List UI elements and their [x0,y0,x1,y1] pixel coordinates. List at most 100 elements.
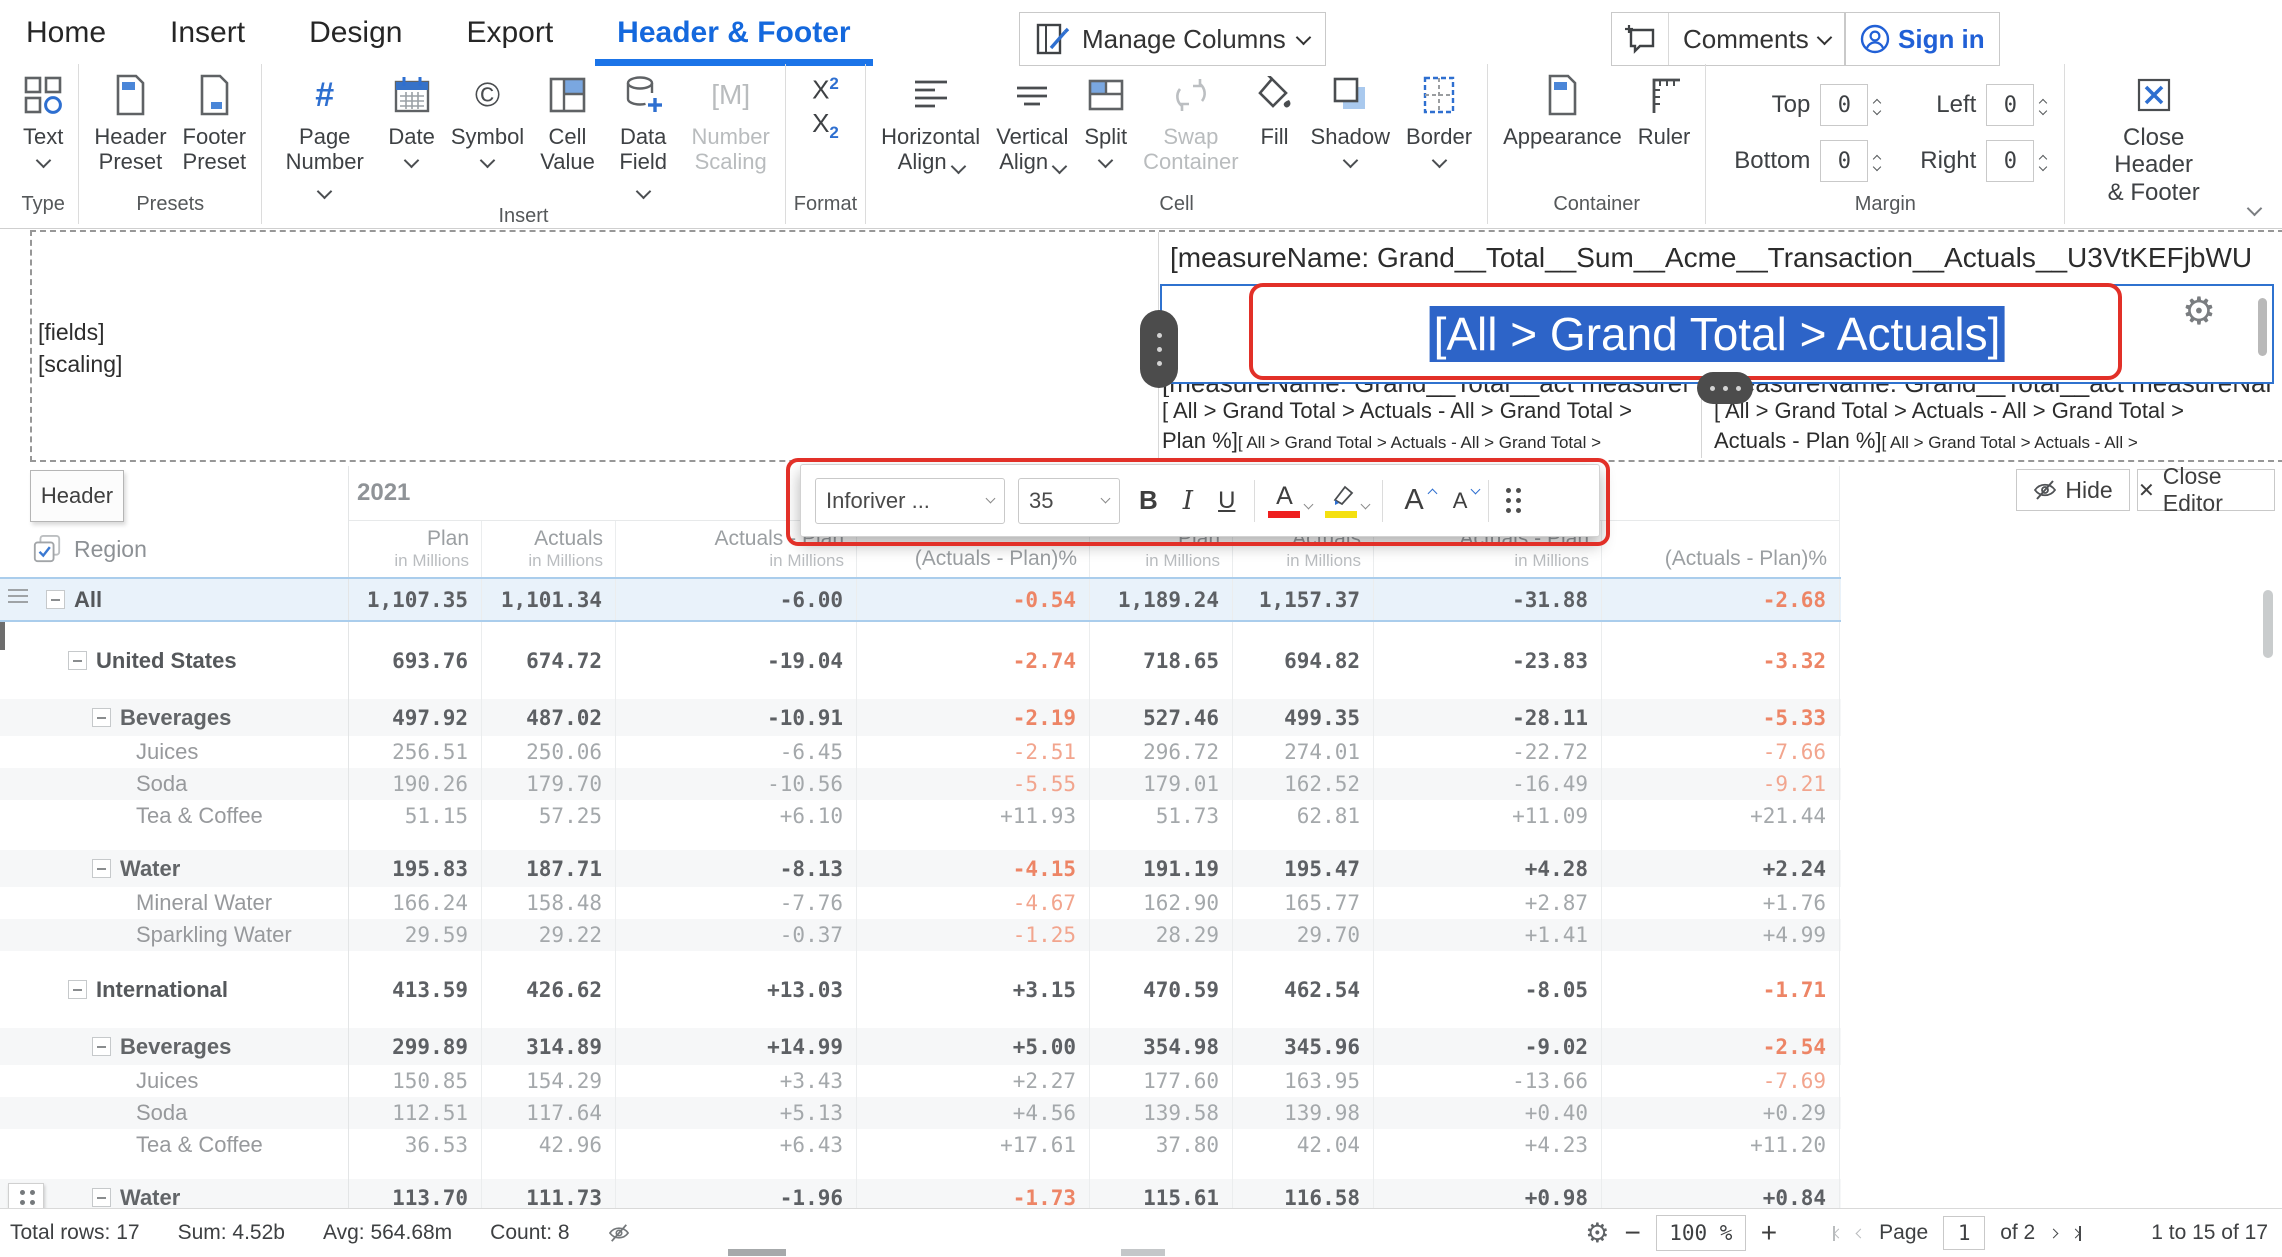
stepper-up-icon[interactable] [1873,155,1881,163]
header-preset-button[interactable]: Header Preset [87,70,173,176]
shrink-font-button[interactable]: A [1445,488,1476,514]
selected-header-text[interactable]: [All > Grand Total > Actuals] [1430,306,2005,362]
table-row[interactable]: Soda112.51117.64+5.13+4.56139.58139.98+0… [0,1097,1841,1129]
header-text-editor[interactable]: [All > Grand Total > Actuals] ⚙ [1160,284,2274,384]
subcolumn-drag-handle[interactable] [1697,372,1753,404]
tab-home[interactable]: Home [26,16,106,60]
comments-button[interactable]: Comments [1611,12,1845,66]
grow-font-button[interactable]: A [1396,484,1431,517]
table-row[interactable]: All1,107.351,101.34-6.00-0.541,189.241,1… [0,577,1841,622]
section-drag-handle[interactable] [1140,310,1178,388]
header-tab-badge[interactable]: Header [30,470,124,522]
table-row[interactable]: United States693.76674.72-19.04-2.74718.… [0,640,1841,681]
zoom-in-button[interactable]: + [1761,1217,1777,1249]
header-left-section[interactable]: [fields] [scaling] [38,316,122,380]
close-editor-button[interactable]: ✕ Close Editor [2137,469,2275,511]
first-page-button[interactable] [1833,1226,1842,1241]
header-subcolumn-left[interactable]: [ All > Grand Total > Actuals - All > Gr… [1162,396,1698,458]
table-row[interactable]: Beverages497.92487.02-10.91-2.19527.4649… [0,699,1841,736]
footer-preset-button[interactable]: Footer Preset [176,70,254,176]
italic-button[interactable]: I [1177,486,1199,516]
table-row[interactable]: Tea & Coffee36.5342.96+6.43+17.6137.8042… [0,1129,1841,1161]
row-resize-bar[interactable] [0,622,5,650]
font-color-button[interactable]: A [1268,484,1312,518]
appearance-button[interactable]: Appearance [1496,70,1629,151]
tab-export[interactable]: Export [466,16,553,60]
table-row[interactable]: Juices150.85154.29+3.43+2.27177.60163.95… [0,1065,1841,1097]
table-row[interactable]: Juices256.51250.06-6.45-2.51296.72274.01… [0,736,1841,768]
vertical-align-button[interactable]: Vertical Align [989,70,1075,176]
horizontal-scrollbar-thumb[interactable] [728,1249,786,1256]
region-column-header[interactable]: Region [0,521,349,577]
header-subcolumn-right[interactable]: [ All > Grand Total > Actuals - All > Gr… [1714,396,2282,458]
editor-scrollbar-thumb[interactable] [2258,298,2267,356]
stepper-down-icon[interactable] [1873,107,1881,115]
margin-bottom-stepper[interactable]: 0 [1820,140,1880,182]
expand-toggle[interactable] [68,980,87,999]
toolbar-drag-handle[interactable] [1506,488,1522,514]
cell-value-button[interactable]: Cell Value [533,70,602,176]
expand-toggle[interactable] [92,1037,111,1056]
data-field-button[interactable]: Data Field [604,70,683,201]
table-row[interactable]: Beverages299.89314.89+14.99+5.00354.9834… [0,1028,1841,1065]
table-row[interactable]: International413.59426.62+13.03+3.15470.… [0,969,1841,1010]
collapse-ribbon-icon[interactable] [2247,201,2263,217]
border-button[interactable]: Border [1399,70,1479,168]
hide-button[interactable]: Hide [2016,469,2130,511]
highlight-color-button[interactable] [1325,483,1369,518]
page-input[interactable]: 1 [1943,1216,1985,1250]
font-name-dropdown[interactable]: Inforiver ... [815,478,1005,524]
tab-insert[interactable]: Insert [170,16,245,60]
expand-toggle[interactable] [46,590,65,609]
stepper-down-icon[interactable] [2039,163,2047,171]
settings-gear-icon[interactable]: ⚙ [1585,1220,1609,1247]
table-row[interactable]: Mineral Water166.24158.48-7.76-4.67162.9… [0,887,1841,919]
stepper-down-icon[interactable] [2039,107,2047,115]
horizontal-scrollbar-thumb[interactable] [1121,1249,1165,1256]
sign-in-button[interactable]: Sign in [1845,12,2000,66]
column-header[interactable]: Actualsin Millions [482,521,616,577]
superscript-button[interactable]: X2 [812,74,839,106]
margin-right-stepper[interactable]: 0 [1986,140,2046,182]
subscript-button[interactable]: X2 [812,108,839,143]
next-page-button[interactable] [2050,1230,2057,1237]
column-header[interactable]: (Actuals - Plan)% [1602,521,1840,577]
ruler-button[interactable]: Ruler [1631,70,1698,151]
manage-columns-button[interactable]: Manage Columns [1019,12,1326,66]
table-row[interactable]: Water195.83187.71-8.13-4.15191.19195.47+… [0,850,1841,887]
eye-off-icon[interactable] [608,1223,630,1243]
column-header[interactable]: Planin Millions [349,521,482,577]
table-scrollbar-thumb[interactable] [2263,590,2273,658]
page-number-button[interactable]: # Page Number [270,70,379,201]
font-size-dropdown[interactable]: 35 [1018,478,1120,524]
last-page-button[interactable] [2072,1226,2081,1241]
table-row[interactable]: Sparkling Water29.5929.22-0.37-1.2528.29… [0,919,1841,951]
expand-toggle[interactable] [68,651,87,670]
expand-toggle[interactable] [92,859,111,878]
stepper-down-icon[interactable] [1873,163,1881,171]
horizontal-align-button[interactable]: Horizontal Align [874,70,987,176]
split-button[interactable]: Split [1077,70,1134,168]
tab-header-footer[interactable]: Header & Footer [617,16,850,60]
close-header-footer-button[interactable]: Close Header & Footer [2073,70,2234,208]
zoom-level[interactable]: 100 % [1656,1215,1746,1251]
stepper-up-icon[interactable] [2039,99,2047,107]
text-type-button[interactable]: Text [16,70,70,168]
zoom-out-button[interactable]: − [1624,1217,1640,1249]
tab-design[interactable]: Design [309,16,402,60]
margin-left-stepper[interactable]: 0 [1986,84,2046,126]
gear-icon[interactable]: ⚙ [2182,292,2216,330]
expand-toggle[interactable] [92,1188,111,1207]
margin-top-stepper[interactable]: 0 [1820,84,1880,126]
bold-button[interactable]: B [1133,485,1164,516]
stepper-up-icon[interactable] [1873,99,1881,107]
fill-button[interactable]: Fill [1248,70,1302,151]
table-row[interactable]: Soda190.26179.70-10.56-5.55179.01162.52-… [0,768,1841,800]
symbol-button[interactable]: © Symbol [444,70,531,168]
region-checkbox-icon[interactable] [32,534,62,564]
underline-button[interactable]: U [1212,487,1241,515]
expand-toggle[interactable] [92,708,111,727]
prev-page-button[interactable] [1857,1230,1864,1237]
row-drag-icon[interactable] [8,589,28,603]
add-comment-icon[interactable] [1612,13,1669,65]
